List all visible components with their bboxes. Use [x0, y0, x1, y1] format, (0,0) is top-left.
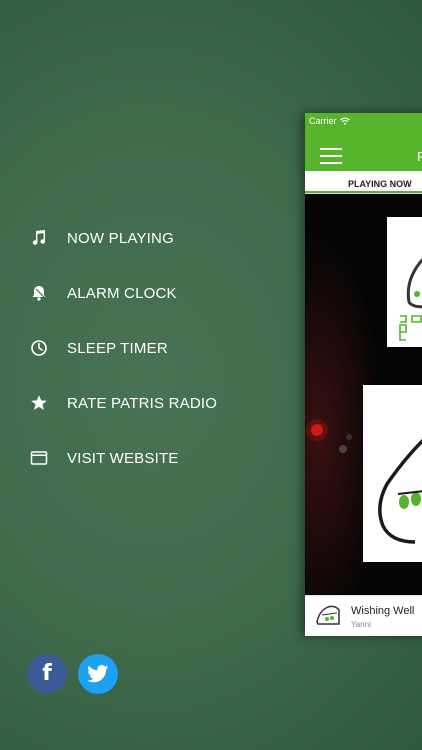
station-logo-icon	[313, 602, 343, 630]
clock-icon	[28, 337, 50, 359]
track-title: Wishing Well	[351, 605, 415, 617]
menu-item-rate-patris-radio[interactable]: RATE PATRIS RADIO	[28, 383, 217, 423]
artwork-image	[305, 194, 422, 595]
carrier-label: Carrier	[309, 115, 337, 126]
now-playing-bar[interactable]: Wishing Well Yanni	[305, 595, 422, 636]
bell-icon	[28, 282, 50, 304]
menu-item-alarm-clock[interactable]: ALARM CLOCK	[28, 273, 177, 313]
menu-item-visit-website[interactable]: VISIT WEBSITE	[28, 438, 179, 478]
facebook-icon: f	[42, 661, 52, 686]
tab-bar: PLAYING NOW	[305, 171, 422, 194]
album-artwork	[305, 194, 422, 595]
tab-indicator	[305, 191, 422, 193]
menu-item-now-playing[interactable]: NOW PLAYING	[28, 218, 174, 258]
nav-bar: P	[305, 128, 422, 171]
menu-label: ALARM CLOCK	[67, 284, 177, 302]
app-preview-panel[interactable]: Carrier P PLAYING NOW Wishing Well Yanni	[305, 113, 422, 636]
tab-playing-now[interactable]: PLAYING NOW	[348, 179, 412, 189]
menu-label: NOW PLAYING	[67, 229, 174, 247]
star-icon	[28, 392, 50, 414]
browser-window-icon	[28, 447, 50, 469]
menu-label: VISIT WEBSITE	[67, 449, 179, 467]
twitter-icon	[87, 665, 109, 683]
facebook-button[interactable]: f	[27, 654, 67, 694]
status-bar: Carrier	[305, 113, 422, 128]
wifi-icon	[339, 117, 350, 125]
music-note-icon	[28, 227, 50, 249]
menu-label: SLEEP TIMER	[67, 339, 168, 357]
menu-item-sleep-timer[interactable]: SLEEP TIMER	[28, 328, 168, 368]
twitter-button[interactable]	[78, 654, 118, 694]
menu-label: RATE PATRIS RADIO	[67, 394, 218, 412]
hamburger-menu-icon[interactable]	[320, 148, 342, 166]
track-artist: Yanni	[351, 620, 371, 629]
nav-title: P	[417, 149, 422, 164]
